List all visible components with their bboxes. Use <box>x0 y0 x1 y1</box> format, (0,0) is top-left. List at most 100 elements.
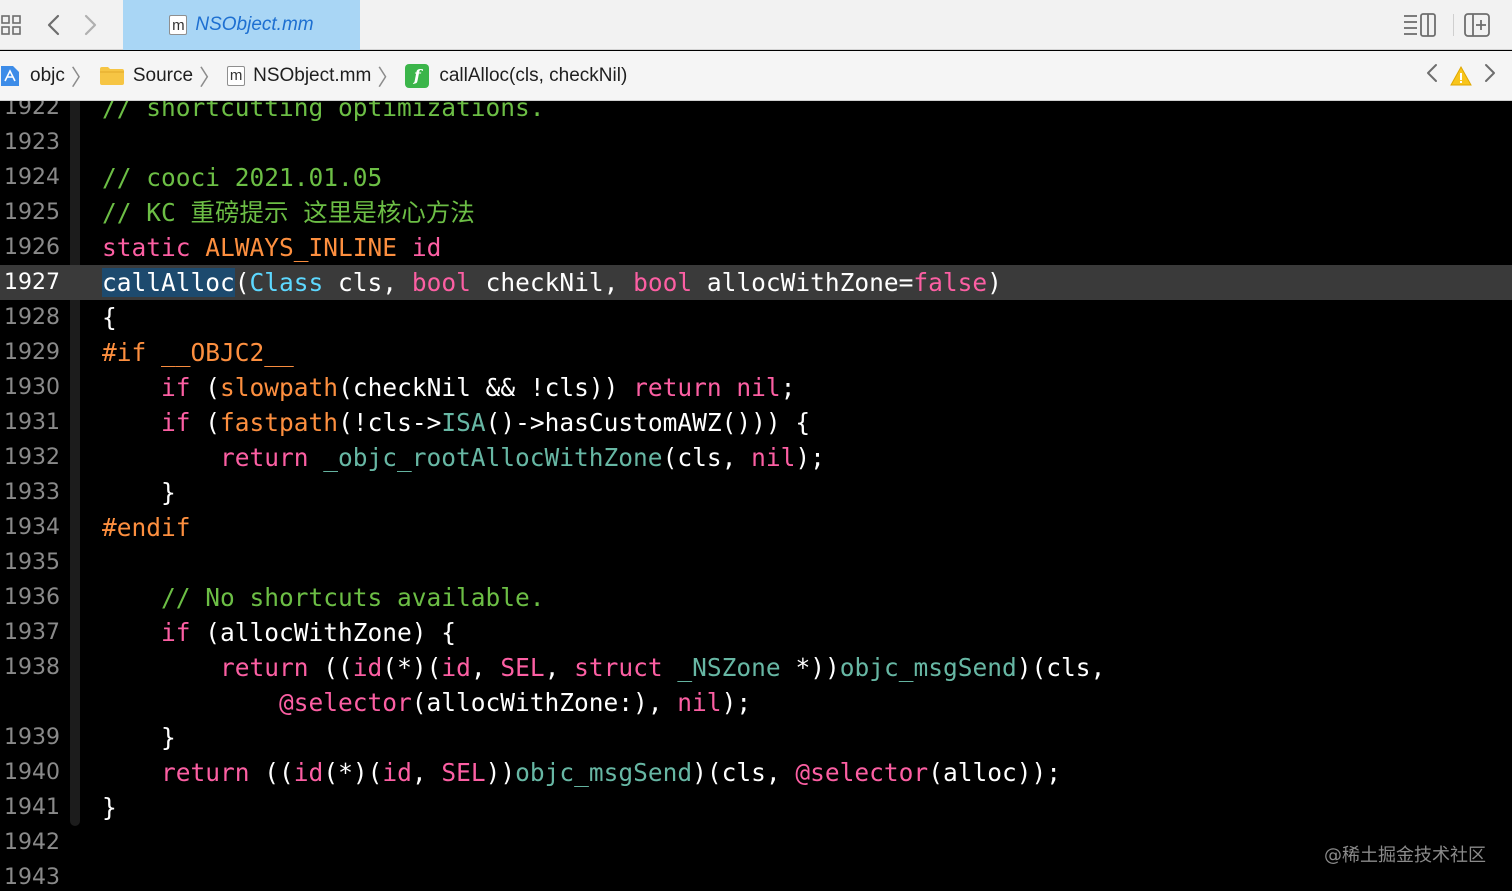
navigate-back-icon[interactable] <box>40 9 66 41</box>
code-line[interactable]: 1922 // shortcutting optimizations. <box>0 101 1512 125</box>
code-line[interactable]: @selector(allocWithZone:), nil); <box>0 685 1512 720</box>
code-token: } <box>102 723 176 752</box>
code-token: SEL <box>441 758 486 787</box>
code-text: // KC 重磅提示 这里是核心方法 <box>102 195 475 230</box>
line-number[interactable]: 1932 <box>0 440 60 475</box>
code-line[interactable]: 1937 if (allocWithZone) { <box>0 615 1512 650</box>
code-token: ); <box>795 443 825 472</box>
code-token: nil <box>751 443 796 472</box>
code-line[interactable]: 1929 #if __OBJC2__ <box>0 335 1512 370</box>
line-number[interactable]: 1939 <box>0 720 60 755</box>
add-editor-icon[interactable] <box>1462 9 1492 41</box>
code-line[interactable]: 1935 <box>0 545 1512 580</box>
line-number[interactable]: 1928 <box>0 300 60 335</box>
line-number[interactable]: 1931 <box>0 405 60 440</box>
line-number[interactable]: 1934 <box>0 510 60 545</box>
line-number[interactable]: 1933 <box>0 475 60 510</box>
code-token: id <box>382 758 412 787</box>
line-number[interactable]: 1924 <box>0 160 60 195</box>
code-token: checkNil, <box>470 268 634 297</box>
line-number[interactable]: 1923 <box>0 125 60 160</box>
code-line[interactable]: 1938 return ((id(*)(id, SEL, struct _NSZ… <box>0 650 1512 685</box>
line-number[interactable] <box>0 685 60 720</box>
code-token: )(cls, <box>692 758 796 787</box>
line-number[interactable]: 1938 <box>0 650 60 685</box>
code-line[interactable]: 1923 <box>0 125 1512 160</box>
code-text: return _objc_rootAllocWithZone(cls, nil)… <box>102 440 825 475</box>
code-token: (alloc)); <box>928 758 1061 787</box>
breadcrumb-file[interactable]: m NSObject.mm <box>227 51 371 101</box>
code-text: // cooci 2021.01.05 <box>102 160 382 195</box>
code-token: if <box>161 618 191 647</box>
warning-icon[interactable] <box>1450 66 1472 86</box>
line-number[interactable]: 1943 <box>0 860 60 891</box>
line-number[interactable]: 1925 <box>0 195 60 230</box>
code-line[interactable]: 1924 // cooci 2021.01.05 <box>0 160 1512 195</box>
code-token: (( <box>249 758 294 787</box>
code-line[interactable]: 1928 { <box>0 300 1512 335</box>
code-line[interactable]: 1943 <box>0 860 1512 891</box>
line-number[interactable]: 1935 <box>0 545 60 580</box>
code-text: { <box>102 300 117 335</box>
code-token: id <box>411 233 442 262</box>
code-line[interactable]: 1942 <box>0 825 1512 860</box>
line-number[interactable]: 1940 <box>0 755 60 790</box>
code-text: @selector(allocWithZone:), nil); <box>102 685 751 720</box>
breadcrumb-file-label: NSObject.mm <box>253 64 372 86</box>
code-token: ALWAYS_INLINE <box>205 233 398 262</box>
code-token: ( <box>234 268 250 297</box>
line-number[interactable]: 1941 <box>0 790 60 825</box>
code-token: return <box>220 443 309 472</box>
line-number[interactable]: 1927 <box>0 265 60 300</box>
previous-issue-icon[interactable] <box>1426 62 1438 90</box>
code-line[interactable]: 1934 #endif <box>0 510 1512 545</box>
code-token: (allocWithZone) { <box>190 618 457 647</box>
code-line[interactable]: 1926 static ALWAYS_INLINE id <box>0 230 1512 265</box>
code-line[interactable]: 1931 if (fastpath(!cls->ISA()->hasCustom… <box>0 405 1512 440</box>
code-text: static ALWAYS_INLINE id <box>102 230 441 265</box>
code-token: @selector <box>795 758 929 787</box>
tab-nsobject-mm[interactable]: m NSObject.mm <box>123 0 360 50</box>
jump-bar: objc 〉 Source 〉 m NSObject.mm 〉 f callAl… <box>0 51 1512 101</box>
code-line[interactable]: 1932 return _objc_rootAllocWithZone(cls,… <box>0 440 1512 475</box>
breadcrumb-symbol[interactable]: f callAlloc(cls, checkNil) <box>405 51 627 101</box>
line-number[interactable]: 1936 <box>0 580 60 615</box>
next-issue-icon[interactable] <box>1484 62 1496 90</box>
code-text: } <box>102 790 117 825</box>
code-line[interactable]: 1933 } <box>0 475 1512 510</box>
breadcrumb-project[interactable]: objc <box>0 51 65 101</box>
line-number[interactable]: 1922 <box>0 101 60 125</box>
code-token: slowpath <box>220 373 339 402</box>
code-token: ; <box>780 373 796 402</box>
toolbar-divider <box>1453 14 1454 36</box>
editor-options-icon[interactable] <box>1402 9 1438 41</box>
code-token: id <box>352 653 383 682</box>
grid-icon[interactable] <box>0 9 22 41</box>
code-token: id <box>293 758 324 787</box>
breadcrumb-folder[interactable]: Source <box>99 51 193 101</box>
line-number[interactable]: 1929 <box>0 335 60 370</box>
line-number[interactable]: 1942 <box>0 825 60 860</box>
code-line[interactable]: 1930 if (slowpath(checkNil && !cls)) ret… <box>0 370 1512 405</box>
code-text: } <box>102 475 176 510</box>
navigate-forward-icon[interactable] <box>78 9 104 41</box>
source-editor[interactable]: 1922// shortcutting optimizations. 1923 19… <box>0 101 1512 891</box>
code-line[interactable]: 1936 // No shortcuts available. <box>0 580 1512 615</box>
current-code-line[interactable]: 1927 callAlloc(Class cls, bool checkNil, … <box>0 265 1512 300</box>
tab-label: NSObject.mm <box>195 14 314 35</box>
code-token: // shortcutting optimizations. <box>102 101 545 122</box>
code-line[interactable]: 1940 return ((id(*)(id, SEL))objc_msgSen… <box>0 755 1512 790</box>
line-number[interactable]: 1930 <box>0 370 60 405</box>
code-line[interactable]: 1925 // KC 重磅提示 这里是核心方法 <box>0 195 1512 230</box>
code-line[interactable]: 1939 } <box>0 720 1512 755</box>
line-number[interactable]: 1937 <box>0 615 60 650</box>
code-line[interactable]: 1941} <box>0 790 1512 825</box>
line-number[interactable]: 1926 <box>0 230 60 265</box>
